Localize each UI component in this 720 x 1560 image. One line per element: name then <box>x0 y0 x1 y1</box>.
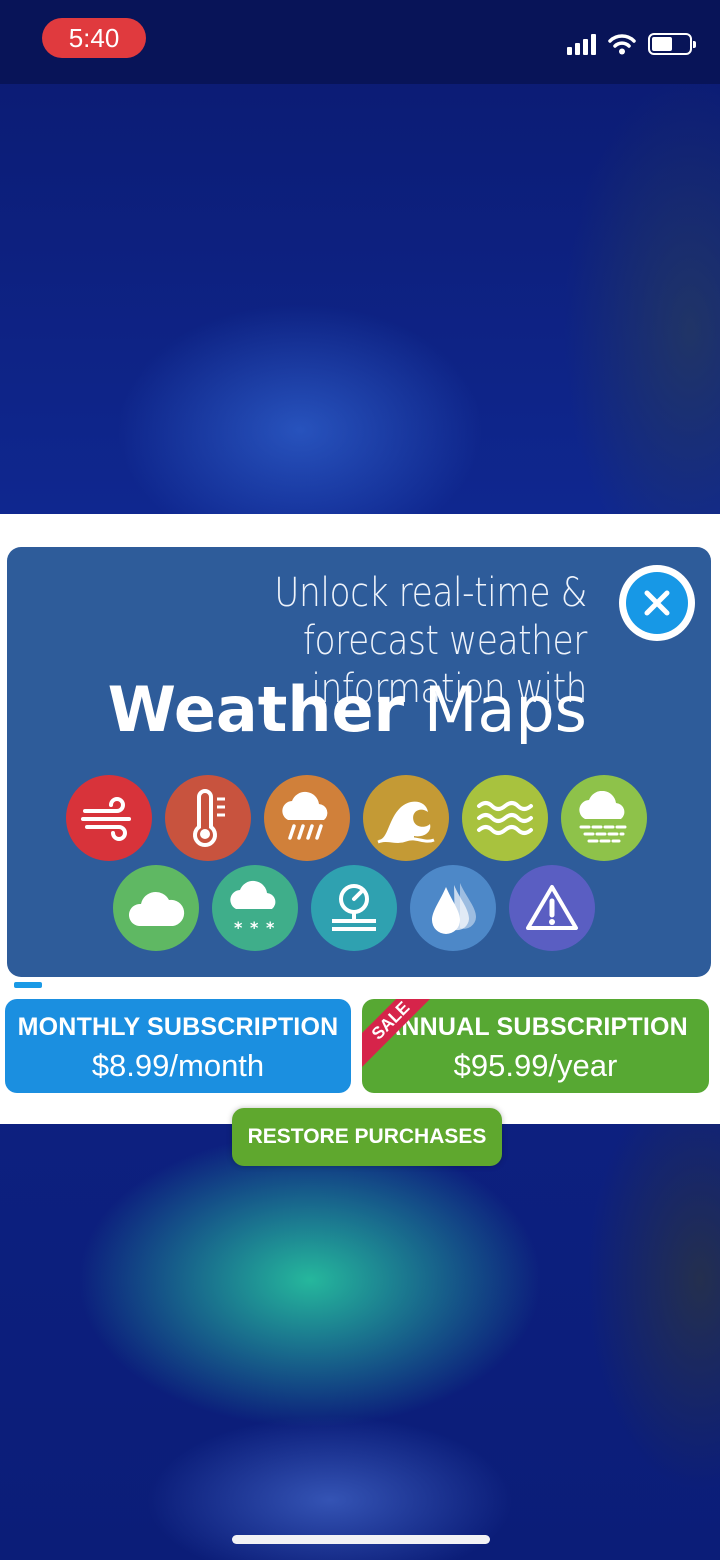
promo-banner: Unlock real-time & forecast weather info… <box>7 547 711 977</box>
svg-text:*: * <box>234 918 243 937</box>
brand-title: Weather Maps <box>107 675 587 745</box>
monthly-subscription-button[interactable]: MONTHLY SUBSCRIPTION $8.99/month <box>5 999 351 1093</box>
battery-icon <box>648 33 696 55</box>
wifi-icon <box>608 34 636 55</box>
water-waves-icon <box>462 775 548 861</box>
home-indicator[interactable] <box>232 1535 490 1544</box>
annual-price: $95.99/year <box>453 1048 618 1083</box>
wind-icon <box>66 775 152 861</box>
wave-icon <box>363 775 449 861</box>
monthly-label: MONTHLY SUBSCRIPTION <box>17 1013 339 1041</box>
annual-label: ANNUAL SUBSCRIPTION <box>383 1013 688 1041</box>
rain-cloud-icon <box>264 775 350 861</box>
paywall-sheet: Unlock real-time & forecast weather info… <box>0 514 720 1124</box>
fog-cloud-icon <box>561 775 647 861</box>
pressure-gauge-icon <box>311 865 397 951</box>
status-bar: 5:40 <box>0 0 720 84</box>
warning-icon <box>509 865 595 951</box>
humidity-drops-icon <box>410 865 496 951</box>
status-icons <box>567 30 696 58</box>
monthly-price: $8.99/month <box>91 1048 265 1083</box>
brand-light: Maps <box>423 673 587 746</box>
status-time: 5:40 <box>42 18 146 58</box>
close-button[interactable] <box>619 565 695 641</box>
annual-subscription-button[interactable]: SALE ANNUAL SUBSCRIPTION $95.99/year <box>362 999 709 1093</box>
cellular-signal-icon <box>567 33 596 55</box>
close-icon <box>626 572 688 634</box>
brand-bold: Weather <box>107 673 405 746</box>
page-indicator <box>14 982 42 988</box>
svg-text:*: * <box>250 918 259 937</box>
svg-text:*: * <box>266 918 275 937</box>
thermometer-icon <box>165 775 251 861</box>
snow-cloud-icon: * * * <box>212 865 298 951</box>
restore-purchases-button[interactable]: RESTORE PURCHASES <box>232 1108 502 1166</box>
cloud-icon <box>113 865 199 951</box>
